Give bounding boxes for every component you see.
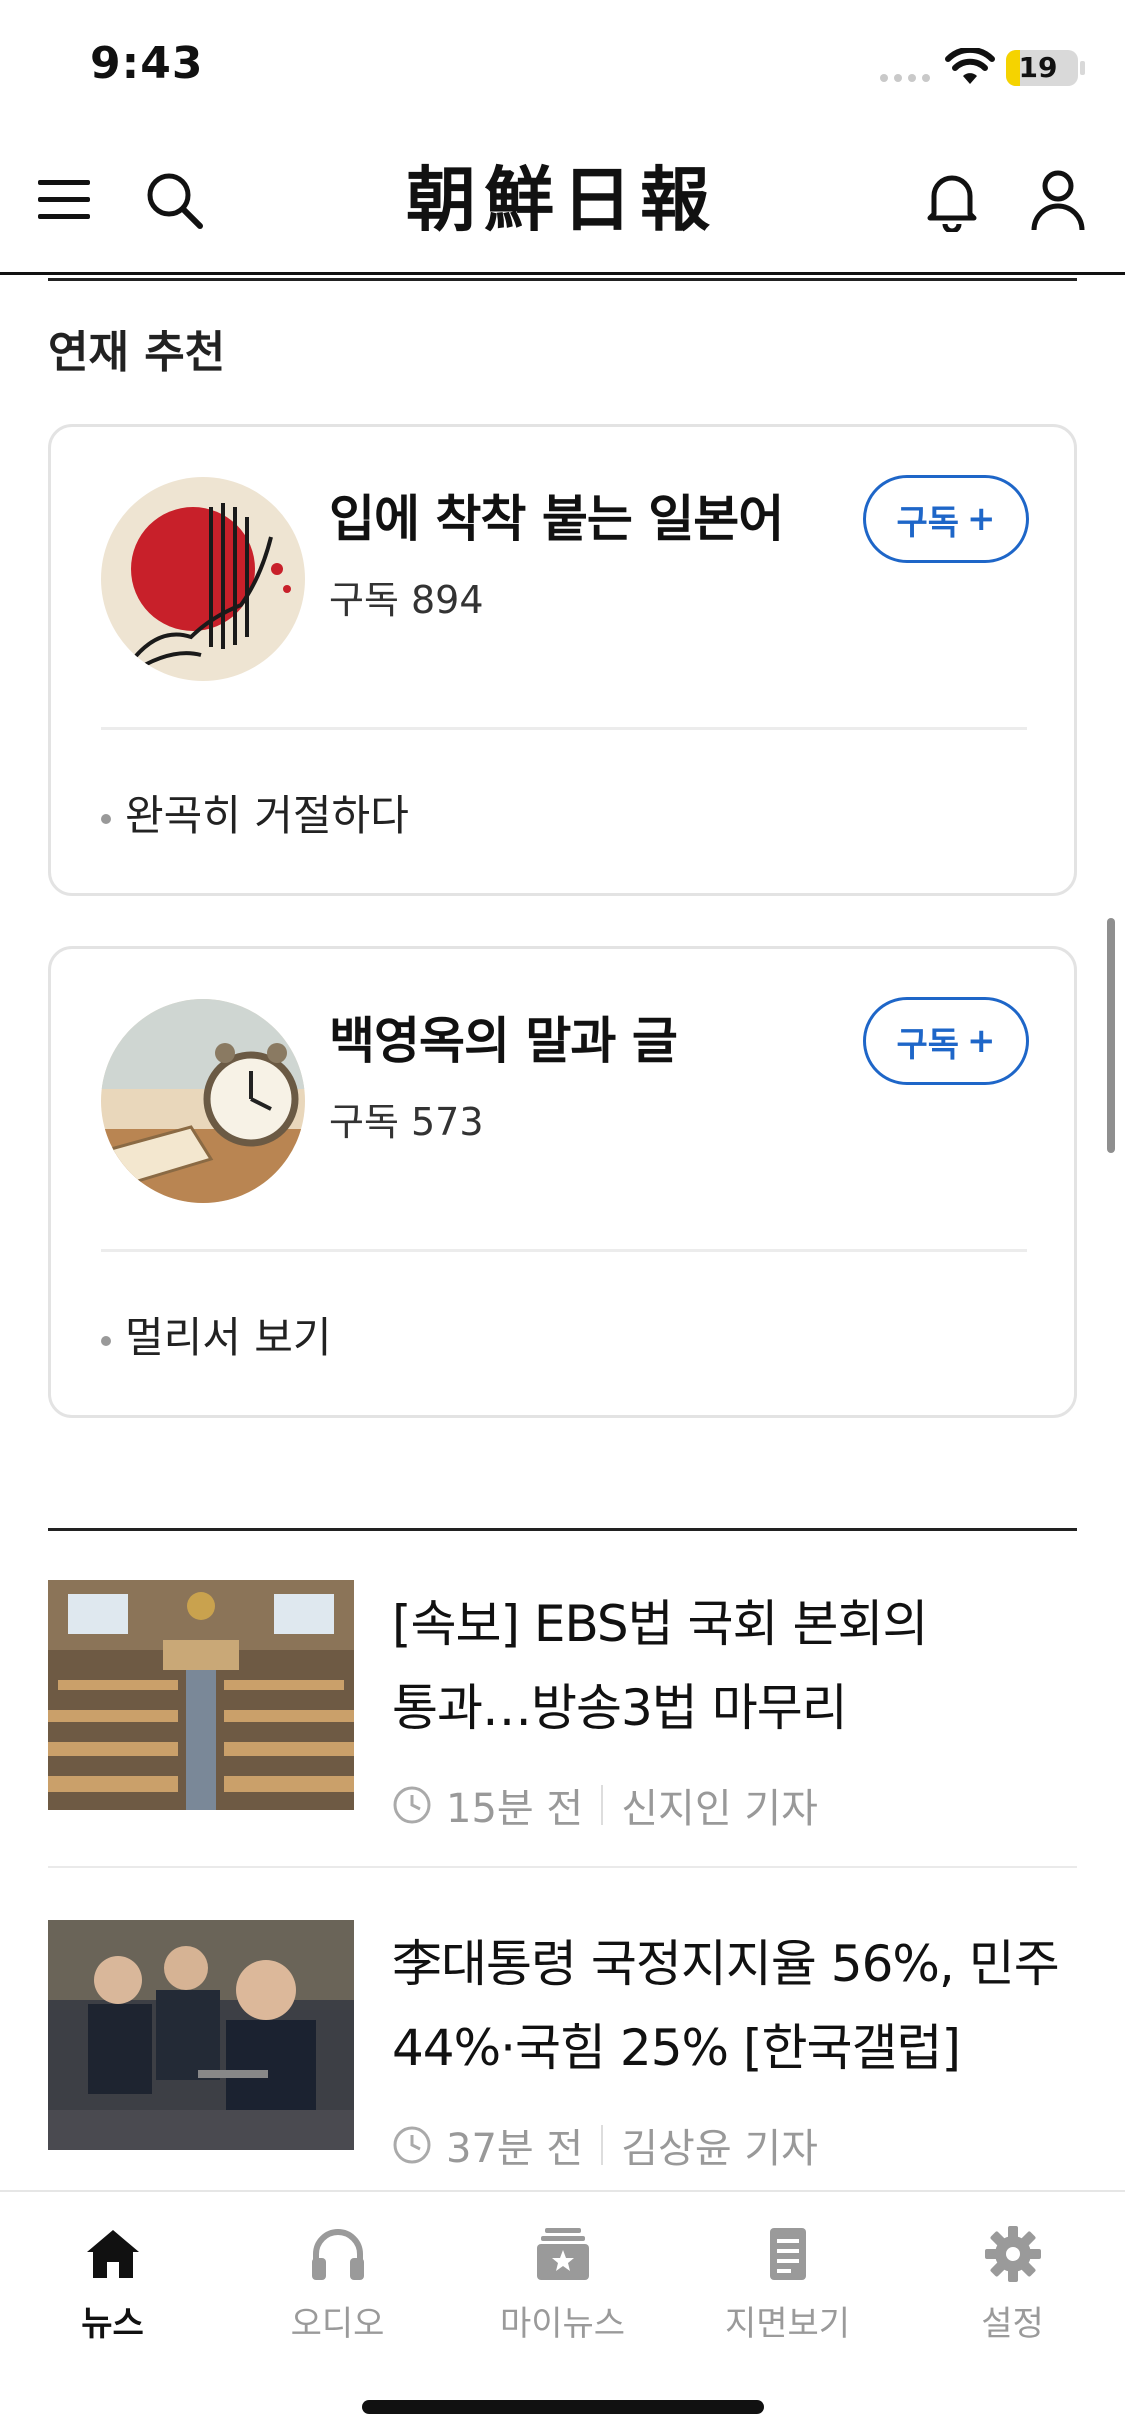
series-title[interactable]: 백영옥의 말과 글 xyxy=(329,1001,678,1073)
wifi-icon xyxy=(945,48,995,84)
bullet-icon xyxy=(101,813,111,824)
profile-icon[interactable] xyxy=(1018,160,1098,240)
battery-icon: 19 xyxy=(1006,50,1078,86)
article-title-line: [속보] EBS법 국회 본회의 xyxy=(392,1595,928,1653)
headphones-icon xyxy=(311,2229,364,2280)
logo[interactable]: 朝鮮日報 xyxy=(362,160,762,240)
tab-audio[interactable]: 오디오 xyxy=(225,2222,450,2352)
signal-icon xyxy=(880,74,930,82)
article-title-line: 44%·국힘 25% [한국갤럽] xyxy=(392,2019,961,2077)
newspaper-icon xyxy=(769,2228,806,2280)
series-card[interactable]: 입에 착착 붙는 일본어 구독 894 구독 + 완곡히 거절하다 xyxy=(48,424,1077,896)
series-thumbnail xyxy=(101,999,305,1203)
bell-icon[interactable] xyxy=(912,160,992,240)
article-time: 37분 전 xyxy=(446,2126,584,2172)
article-divider xyxy=(48,1866,1077,1868)
article-title[interactable]: [속보] EBS법 국회 본회의 통과…방송3법 마무리 xyxy=(392,1582,1082,1750)
battery-level: 19 xyxy=(1018,51,1058,84)
subscriber-count: 구독 894 xyxy=(329,578,484,622)
menu-icon[interactable] xyxy=(24,160,104,240)
status-time: 9:43 xyxy=(90,38,204,89)
article-title[interactable]: 李대통령 국정지지율 56%, 민주 44%·국힘 25% [한국갤럽] xyxy=(392,1922,1082,2090)
article-item[interactable]: 李대통령 국정지지율 56%, 민주 44%·국힘 25% [한국갤럽] 37분… xyxy=(48,1920,1077,2172)
section-title: 연재 추천 xyxy=(48,327,226,378)
clock-icon xyxy=(393,1786,431,1824)
tab-news[interactable]: 뉴스 xyxy=(0,2222,225,2352)
section-rule xyxy=(48,278,1077,281)
tab-label: 지면보기 xyxy=(724,2304,851,2344)
status-bar: 9:43 19 xyxy=(0,0,1125,130)
article-item[interactable]: [속보] EBS법 국회 본회의 통과…방송3법 마무리 15분 전 신지인 기… xyxy=(48,1580,1077,1832)
subscriber-count: 구독 573 xyxy=(329,1100,484,1144)
content-scroll[interactable]: 연재 추천 입에 착착 붙는 일본어 구독 894 구독 + 완곡히 거절하다 … xyxy=(0,278,1125,2190)
card-divider xyxy=(101,1249,1027,1252)
home-icon xyxy=(86,2230,139,2278)
section-rule xyxy=(48,1528,1077,1531)
tab-epaper[interactable]: 지면보기 xyxy=(675,2222,900,2352)
subscribe-label: 구독 xyxy=(896,1024,960,1065)
tab-settings[interactable]: 설정 xyxy=(900,2222,1125,2352)
tab-label: 뉴스 xyxy=(81,2304,144,2344)
article-thumbnail xyxy=(48,1580,354,1810)
meta-separator xyxy=(601,1785,604,1825)
article-title-line: 통과…방송3법 마무리 xyxy=(392,1679,848,1737)
series-card[interactable]: 백영옥의 말과 글 구독 573 구독 + 멀리서 보기 xyxy=(48,946,1077,1418)
subscribe-button[interactable]: 구독 + xyxy=(863,475,1029,563)
article-author: 김상윤 기자 xyxy=(621,2126,818,2172)
series-latest-label: 멀리서 보기 xyxy=(125,1313,332,1362)
gear-icon xyxy=(984,2226,1041,2282)
search-icon[interactable] xyxy=(134,160,214,240)
tab-label: 설정 xyxy=(981,2304,1044,2344)
article-title-line: 李대통령 국정지지율 56%, 민주 xyxy=(392,1935,1060,1993)
article-meta: 15분 전 신지인 기자 xyxy=(392,1776,818,1834)
meta-separator xyxy=(601,2125,604,2165)
scrollbar[interactable] xyxy=(1107,918,1115,1153)
battery-nub xyxy=(1080,61,1085,75)
series-title[interactable]: 입에 착착 붙는 일본어 xyxy=(329,479,784,551)
plus-icon: + xyxy=(967,499,996,539)
plus-icon: + xyxy=(967,1021,996,1061)
home-indicator[interactable] xyxy=(362,2400,764,2414)
series-latest-item[interactable]: 완곡히 거절하다 xyxy=(101,782,409,843)
bullet-icon xyxy=(101,1335,111,1346)
series-latest-label: 완곡히 거절하다 xyxy=(125,791,409,840)
tab-label: 오디오 xyxy=(290,2304,385,2344)
subscribe-label: 구독 xyxy=(896,502,960,543)
article-meta: 37분 전 김상윤 기자 xyxy=(392,2116,818,2174)
tab-mynews[interactable]: 마이뉴스 xyxy=(450,2222,675,2352)
article-time: 15분 전 xyxy=(446,1786,584,1832)
article-author: 신지인 기자 xyxy=(621,1786,818,1832)
series-thumbnail xyxy=(101,477,305,681)
clock-icon xyxy=(393,2126,431,2164)
mynews-icon xyxy=(536,2228,589,2280)
subscribe-button[interactable]: 구독 + xyxy=(863,997,1029,1085)
article-thumbnail xyxy=(48,1920,354,2150)
tab-label: 마이뉴스 xyxy=(499,2304,626,2344)
series-latest-item[interactable]: 멀리서 보기 xyxy=(101,1304,332,1365)
card-divider xyxy=(101,727,1027,730)
app-header: 朝鮮日報 xyxy=(0,130,1125,275)
